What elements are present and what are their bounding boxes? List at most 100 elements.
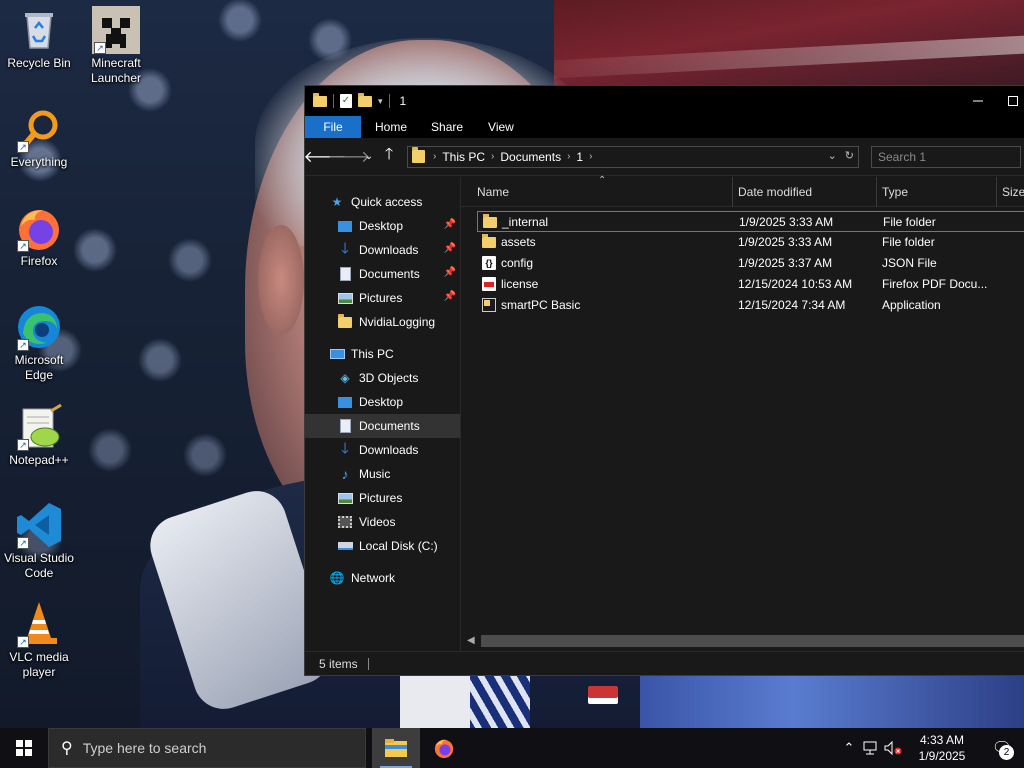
- desktop-icon-edge[interactable]: ↗ Microsoft Edge: [1, 303, 77, 383]
- action-center-button[interactable]: 🗨 2: [980, 728, 1024, 768]
- tab-view[interactable]: View: [476, 116, 527, 138]
- pin-icon[interactable]: 📌: [444, 267, 456, 278]
- title-bar[interactable]: ✓ ▾ 1: [305, 86, 1024, 116]
- quick-access-toolbar: ✓ ▾: [313, 92, 390, 108]
- file-list[interactable]: ⌃ Name Date modified Type Size _internal…: [461, 175, 1024, 651]
- desktop-icon-vlc[interactable]: ↗ VLC media player: [1, 600, 77, 680]
- tab-home[interactable]: Home: [361, 116, 420, 138]
- navigation-pane[interactable]: ★ Quick access Desktop 📌 🡓 Downloads 📌 D…: [305, 177, 461, 651]
- nav-pc-local-disk[interactable]: Local Disk (C:): [305, 534, 460, 558]
- shortcut-arrow-icon: ↗: [17, 439, 29, 451]
- file-type: JSON File: [882, 256, 937, 270]
- search-input[interactable]: Search 1: [871, 145, 1021, 168]
- nav-quick-documents[interactable]: Documents 📌: [305, 262, 460, 286]
- breadcrumb-documents[interactable]: Documents: [500, 150, 561, 164]
- nav-label: Documents: [359, 419, 420, 433]
- desktop-icon-everything[interactable]: ↗ Everything: [1, 105, 77, 170]
- table-row[interactable]: _internal 1/9/2025 3:33 AM File folder: [477, 211, 1024, 232]
- file-type: Firefox PDF Docu...: [882, 277, 988, 291]
- taskbar-search-box[interactable]: ⚲ Type here to search: [48, 728, 366, 768]
- forward-button[interactable]: 🡒: [328, 145, 371, 169]
- column-header-name[interactable]: Name: [471, 177, 733, 207]
- breadcrumb-separator-icon[interactable]: ›: [433, 151, 436, 162]
- computer-icon: [329, 346, 345, 362]
- volume-muted-icon[interactable]: [882, 728, 904, 768]
- column-header-date-modified[interactable]: Date modified: [732, 177, 877, 207]
- file-explorer-window[interactable]: ✓ ▾ 1 File Home Share View 🡐 🡒 ⌄ 🡑 › Thi…: [304, 85, 1024, 676]
- nav-quick-nvidialogging[interactable]: NvidiaLogging: [305, 310, 460, 334]
- nav-pc-music[interactable]: ♪ Music: [305, 462, 460, 486]
- desktop-icon-vscode[interactable]: ↗ Visual Studio Code: [1, 501, 77, 581]
- column-header-type[interactable]: Type: [876, 177, 997, 207]
- taskbar-firefox[interactable]: [420, 728, 468, 768]
- desktop-icon-recycle-bin[interactable]: Recycle Bin: [1, 6, 77, 71]
- tab-file[interactable]: File: [305, 116, 361, 138]
- scroll-left-icon[interactable]: ◀: [467, 635, 475, 646]
- address-bar[interactable]: › This PC › Documents › 1 › ⌄ ↻: [407, 145, 859, 168]
- minimize-button[interactable]: [955, 86, 1001, 116]
- nav-pc-desktop[interactable]: Desktop: [305, 390, 460, 414]
- pin-icon[interactable]: 📌: [444, 219, 456, 230]
- nav-quick-desktop[interactable]: Desktop 📌: [305, 214, 460, 238]
- file-name: _internal: [502, 215, 549, 229]
- up-button[interactable]: 🡑: [377, 145, 401, 169]
- file-date: 1/9/2025 3:37 AM: [738, 256, 833, 270]
- item-count: 5 items: [319, 656, 358, 671]
- horizontal-scrollbar[interactable]: ◀: [463, 633, 1024, 649]
- table-row[interactable]: smartPC Basic 12/15/2024 7:34 AM Applica…: [477, 295, 1024, 316]
- breadcrumb-separator-icon[interactable]: ›: [491, 151, 494, 162]
- desktop-icon-notepadpp[interactable]: ↗ Notepad++: [1, 403, 77, 468]
- nav-quick-access[interactable]: ★ Quick access: [305, 190, 460, 214]
- json-file-icon: {}: [482, 256, 496, 270]
- table-row[interactable]: {} config 1/9/2025 3:37 AM JSON File: [477, 253, 1024, 274]
- nav-label: Pictures: [359, 491, 403, 505]
- nav-pc-videos[interactable]: Videos: [305, 510, 460, 534]
- network-status-icon[interactable]: [860, 728, 882, 768]
- show-hidden-icons-chevron-icon[interactable]: ⌃: [838, 728, 860, 768]
- breadcrumb-separator-icon[interactable]: ›: [589, 151, 592, 162]
- customize-toolbar-chevron-icon[interactable]: ▾: [378, 96, 383, 107]
- table-row[interactable]: license 12/15/2024 10:53 AM Firefox PDF …: [477, 274, 1024, 295]
- nav-pc-documents[interactable]: Documents: [305, 414, 460, 438]
- properties-icon[interactable]: ✓: [340, 94, 352, 108]
- desktop-icon-firefox[interactable]: ↗ Firefox: [1, 204, 77, 269]
- minecraft-icon: ↗: [92, 6, 140, 54]
- taskbar-file-explorer[interactable]: [372, 728, 420, 768]
- shortcut-arrow-icon: ↗: [17, 240, 29, 252]
- drive-icon: [337, 538, 353, 554]
- nav-quick-downloads[interactable]: 🡓 Downloads 📌: [305, 238, 460, 262]
- nav-network[interactable]: 🌐 Network: [305, 566, 460, 590]
- pin-icon[interactable]: 📌: [444, 243, 456, 254]
- pin-icon[interactable]: 📌: [444, 291, 456, 302]
- desktop-icon-label: Notepad++: [9, 453, 69, 467]
- address-history-dropdown-icon[interactable]: ⌄: [828, 149, 837, 162]
- maximize-button[interactable]: [1001, 86, 1024, 116]
- tab-share[interactable]: Share: [420, 116, 476, 138]
- breadcrumb-current-folder[interactable]: 1: [576, 150, 583, 164]
- start-button[interactable]: [0, 728, 48, 768]
- desktop-icon-minecraft[interactable]: ↗ Minecraft Launcher: [78, 6, 154, 86]
- system-clock[interactable]: 4:33 AM 1/9/2025: [904, 732, 980, 764]
- breadcrumb-separator-icon[interactable]: ›: [567, 151, 570, 162]
- table-row[interactable]: assets 1/9/2025 3:33 AM File folder: [477, 232, 1024, 253]
- nav-label: Pictures: [359, 291, 403, 305]
- nav-pc-pictures[interactable]: Pictures: [305, 486, 460, 510]
- recent-locations-button[interactable]: ⌄: [361, 145, 377, 169]
- network-icon: 🌐: [329, 571, 345, 585]
- nav-pc-3d-objects[interactable]: ◈ 3D Objects: [305, 366, 460, 390]
- folder-icon: [412, 147, 425, 163]
- column-header-size[interactable]: Size: [996, 177, 1024, 207]
- file-name: assets: [501, 235, 536, 249]
- refresh-icon[interactable]: ↻: [845, 149, 854, 162]
- 3d-objects-icon: ◈: [340, 371, 350, 385]
- nav-label: Documents: [359, 267, 420, 281]
- nav-pc-downloads[interactable]: 🡓 Downloads: [305, 438, 460, 462]
- desktop-icon: [337, 218, 353, 234]
- breadcrumb-this-pc[interactable]: This PC: [442, 150, 485, 164]
- new-folder-icon[interactable]: [358, 92, 372, 107]
- folder-icon: [313, 92, 327, 107]
- nav-this-pc[interactable]: This PC: [305, 342, 460, 366]
- scrollbar-thumb[interactable]: [481, 635, 1024, 647]
- nav-quick-pictures[interactable]: Pictures 📌: [305, 286, 460, 310]
